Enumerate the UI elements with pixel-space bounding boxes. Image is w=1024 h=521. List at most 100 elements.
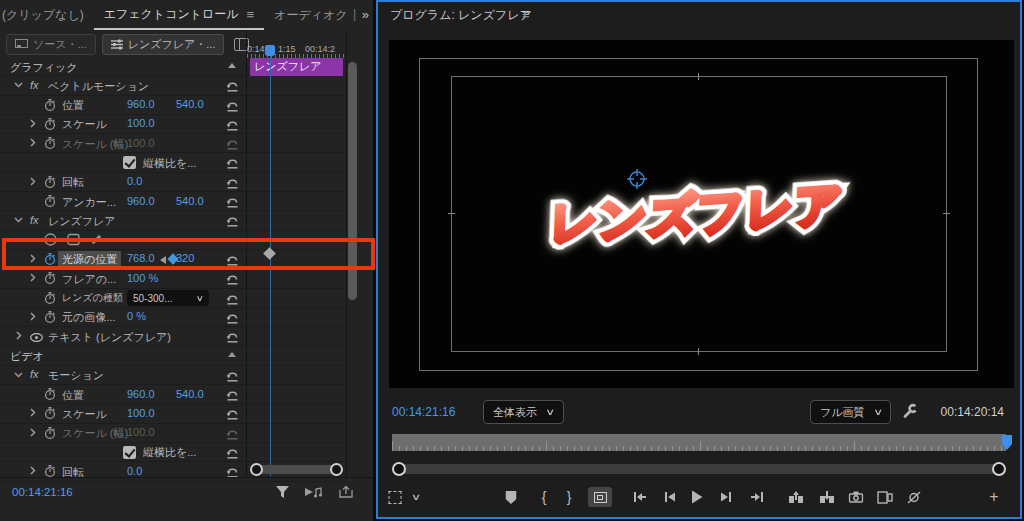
step-forward-button[interactable] <box>720 488 732 506</box>
reset-parameter-icon[interactable] <box>226 156 239 169</box>
twirl-closed-icon[interactable] <box>14 331 23 340</box>
program-zoom-left-knob[interactable] <box>392 462 406 476</box>
mark-out-button[interactable]: } <box>567 488 572 506</box>
reset-parameter-icon[interactable] <box>226 388 239 401</box>
parameter-value[interactable]: 100.0 <box>127 426 155 438</box>
go-to-out-button[interactable] <box>750 488 764 506</box>
parameter-value[interactable]: 100 % <box>127 272 158 284</box>
lift-button[interactable] <box>788 488 804 506</box>
playhead-handle[interactable] <box>265 45 275 56</box>
toggle-animation-stopwatch-icon[interactable] <box>44 407 56 420</box>
collapse-arrow-icon[interactable] <box>228 63 236 68</box>
reset-parameter-icon[interactable] <box>226 195 239 208</box>
tab-audio-clip-mixer[interactable]: オーディオクリッ <box>264 0 350 30</box>
toggle-animation-stopwatch-icon[interactable] <box>44 99 56 112</box>
twirl-open-icon[interactable] <box>14 215 23 224</box>
program-panel-menu-icon[interactable]: ≡ <box>522 7 530 22</box>
parameter-value2[interactable]: 540.0 <box>176 388 204 400</box>
toggle-animation-stopwatch-icon[interactable] <box>44 137 56 150</box>
extract-button[interactable] <box>819 488 835 506</box>
toggle-animation-stopwatch-icon[interactable] <box>44 427 56 440</box>
twirl-closed-icon[interactable] <box>28 177 37 186</box>
twirl-closed-icon[interactable] <box>28 119 37 128</box>
comparison-view-button[interactable] <box>877 488 893 506</box>
parameter-value[interactable]: 0.0 <box>127 175 142 187</box>
reset-parameter-icon[interactable] <box>226 118 239 131</box>
twirl-open-icon[interactable] <box>14 80 23 89</box>
reset-parameter-icon[interactable] <box>226 311 239 324</box>
twirl-closed-icon[interactable] <box>28 312 37 321</box>
program-time-ruler[interactable] <box>392 434 1006 451</box>
go-to-in-button[interactable] <box>633 488 647 506</box>
program-zoom-right-knob[interactable] <box>992 462 1006 476</box>
chevron-down-icon[interactable]: ∨ <box>411 488 422 506</box>
program-zoom-scrollbar[interactable] <box>392 462 1006 476</box>
mark-in-button[interactable]: { <box>542 488 547 506</box>
parameter-value[interactable]: 960.0 <box>127 388 155 400</box>
toggle-animation-stopwatch-icon[interactable] <box>44 311 56 324</box>
panel-menu-icon[interactable]: ≡ <box>247 7 255 22</box>
toggle-animation-stopwatch-icon[interactable] <box>44 388 56 401</box>
light-source-crosshair[interactable] <box>626 168 648 190</box>
timeline-zoom-bar[interactable] <box>250 463 343 476</box>
program-current-timecode[interactable]: 00:14:21:16 <box>392 405 455 419</box>
parameter-value2[interactable]: 540.0 <box>176 195 204 207</box>
twirl-closed-icon[interactable] <box>28 428 37 437</box>
toggle-animation-stopwatch-icon[interactable] <box>44 272 56 285</box>
reset-parameter-icon[interactable] <box>226 330 239 343</box>
parameter-value[interactable]: 960.0 <box>127 195 155 207</box>
reset-parameter-icon[interactable] <box>226 137 239 150</box>
filter-icon[interactable] <box>276 486 289 498</box>
reset-parameter-icon[interactable] <box>226 79 239 92</box>
reset-parameter-icon[interactable] <box>226 99 239 112</box>
clip-effects-button[interactable]: レンズフレア・... <box>102 34 225 55</box>
toggle-animation-stopwatch-icon[interactable] <box>44 118 56 131</box>
toggle-animation-stopwatch-icon[interactable] <box>44 195 56 208</box>
twirl-open-icon[interactable] <box>14 370 23 379</box>
twirl-closed-icon[interactable] <box>28 408 37 417</box>
twirl-closed-icon[interactable] <box>28 138 37 147</box>
parameter-value[interactable]: 100.0 <box>127 137 155 149</box>
parameter-value[interactable]: 0 % <box>127 310 146 322</box>
twirl-closed-icon[interactable] <box>28 273 37 282</box>
add-marker-button[interactable] <box>506 488 517 506</box>
reset-parameter-icon[interactable] <box>226 446 239 459</box>
tab-overflow-icon[interactable]: » <box>362 7 369 22</box>
zoom-bar-left-knob[interactable] <box>250 463 263 476</box>
zoom-level-select[interactable]: 全体表示 ∨ <box>483 400 564 424</box>
parameter-value2[interactable]: 540.0 <box>176 98 204 110</box>
zoom-bar-track[interactable] <box>256 465 337 474</box>
parameter-value[interactable]: 0.0 <box>127 465 142 477</box>
parameter-value[interactable]: 100.0 <box>127 407 155 419</box>
timeline-clip-bar[interactable]: レンズフレア <box>250 58 343 76</box>
current-timecode[interactable]: 00:14:21:16 <box>12 486 73 498</box>
reset-parameter-icon[interactable] <box>226 272 239 285</box>
reset-parameter-icon[interactable] <box>226 369 239 382</box>
uniform-scale-checkbox[interactable] <box>123 446 136 459</box>
reset-parameter-icon[interactable] <box>226 176 239 189</box>
play-button[interactable] <box>691 488 703 506</box>
global-fx-mute-button[interactable] <box>907 488 921 506</box>
safe-margins-button[interactable] <box>588 487 612 507</box>
reset-parameter-icon[interactable] <box>226 292 239 305</box>
collapse-arrow-icon[interactable] <box>228 352 236 357</box>
reset-parameter-icon[interactable] <box>226 214 239 227</box>
parameter-value[interactable]: 100.0 <box>127 117 155 129</box>
twirl-closed-icon[interactable] <box>28 466 37 475</box>
settings-wrench-icon[interactable] <box>902 403 919 420</box>
drag-zoom-icon[interactable] <box>389 488 402 506</box>
program-monitor-canvas[interactable]: レンズフレア レンズフレア <box>389 40 1014 388</box>
tab-effect-controls[interactable]: エフェクトコントロール ≡ <box>94 0 264 30</box>
export-icon[interactable] <box>339 486 353 498</box>
uniform-scale-checkbox[interactable] <box>123 156 136 169</box>
lens-type-select[interactable]: 50-300...∨ <box>127 290 209 306</box>
step-back-button[interactable] <box>664 488 676 506</box>
reset-parameter-icon[interactable] <box>226 427 239 440</box>
eye-visibility-icon[interactable] <box>30 333 43 342</box>
program-zoom-track[interactable] <box>399 464 999 474</box>
export-frame-button[interactable] <box>849 488 864 506</box>
button-editor-plus[interactable]: + <box>989 488 998 506</box>
toggle-animation-stopwatch-icon[interactable] <box>44 292 56 305</box>
zoom-bar-right-knob[interactable] <box>330 463 343 476</box>
reset-parameter-icon[interactable] <box>226 407 239 420</box>
